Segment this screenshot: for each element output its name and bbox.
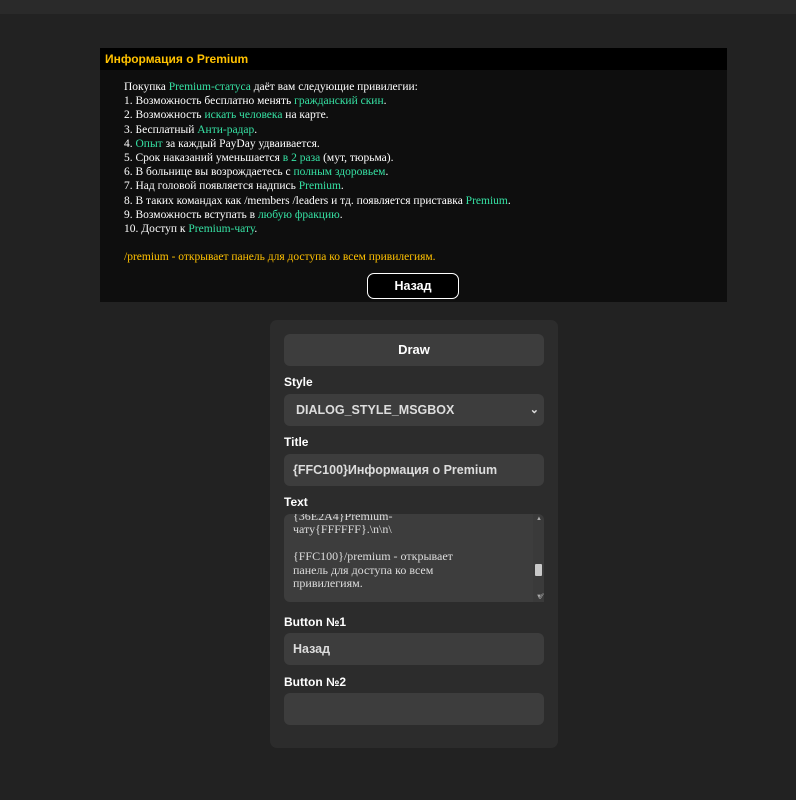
draw-button[interactable]: Draw <box>284 334 544 366</box>
dialog-line-segment: 7. Над головой появляется надпись <box>124 180 299 193</box>
dialog-line-segment: Premium-чату <box>188 222 255 235</box>
dialog-line-segment: Анти-радар <box>197 123 255 136</box>
dialog-line-segment: 9. Возможность вступать в <box>124 208 258 221</box>
dialog-line-segment: 6. В больнице вы возрождаетесь с <box>124 166 294 179</box>
dialog-line-segment: 1. Возможность бесплатно менять <box>124 95 295 108</box>
button2-input[interactable] <box>284 693 544 725</box>
dialog-line-segment: любую фракцию <box>257 208 340 221</box>
dialog-line: 4. Опыт за каждый PayDay удваивается. <box>124 137 720 151</box>
dialog-line-segment: гражданский скин <box>294 95 384 108</box>
dialog-line-segment: . <box>254 123 258 136</box>
dialog-line: 5. Срок наказаний уменьшается в 2 раза (… <box>124 151 720 165</box>
dialog-line: 1. Возможность бесплатно менять гражданс… <box>124 94 720 108</box>
title-label: Title <box>284 435 309 449</box>
dialog-back-button[interactable]: Назад <box>367 273 459 299</box>
dialog-line-segment: Опыт <box>135 137 163 150</box>
dialog-line: /premium - открывает панель для доступа … <box>124 250 720 264</box>
dialog-line-segment: полным здоровьем <box>293 166 386 179</box>
dialog-body: Покупка Premium-статуса даёт вам следующ… <box>124 80 720 264</box>
dialog-line-segment: (мут, тюрьма). <box>320 151 394 164</box>
textarea-scrollbar[interactable]: ▲ ▼ <box>533 514 544 602</box>
dialog-line-segment: . <box>383 95 387 108</box>
dialog-line-segment: Premium <box>465 194 508 207</box>
button1-input[interactable]: Назад <box>284 633 544 665</box>
dialog-line: 8. В таких командах как /members /leader… <box>124 194 720 208</box>
dialog-line: 7. Над головой появляется надпись Premiu… <box>124 179 720 193</box>
chevron-down-icon: ⌄ <box>529 404 539 416</box>
dialog-title: Информация о Premium <box>100 48 727 70</box>
dialog-preview: Информация о Premium Покупка Premium-ста… <box>100 48 727 302</box>
dialog-line: Покупка Premium-статуса даёт вам следующ… <box>124 80 720 94</box>
top-strip <box>0 0 796 14</box>
dialog-line: 3. Бесплатный Анти-радар. <box>124 123 720 137</box>
scroll-thumb[interactable] <box>535 564 542 576</box>
style-select[interactable]: DIALOG_STYLE_MSGBOX ⌄ <box>284 394 544 426</box>
dialog-line-segment: 10. Доступ к <box>124 222 189 235</box>
dialog-line: 10. Доступ к Premium-чату. <box>124 222 720 236</box>
dialog-line-segment: . <box>340 180 344 193</box>
dialog-line-segment: . <box>385 166 389 179</box>
dialog-line-segment: 4. <box>124 137 136 150</box>
text-textarea[interactable]: {36E2A4}Premium- чату{FFFFFF}.\n\n\ {FFC… <box>284 514 544 602</box>
dialog-line-segment: /premium - открывает панель для доступа … <box>124 251 436 264</box>
button2-label: Button №2 <box>284 675 347 689</box>
dialog-line-segment: на карте. <box>282 109 329 122</box>
style-label: Style <box>284 375 313 389</box>
dialog-line-segment: Premium-статуса <box>168 81 251 93</box>
dialog-line-segment: 8. В таких командах как /members /leader… <box>124 194 466 207</box>
button1-label: Button №1 <box>284 615 347 629</box>
dialog-line-segment: . <box>254 222 258 235</box>
resize-handle-icon[interactable]: ∕∕ <box>540 593 543 601</box>
dialog-line-segment: Покупка <box>124 81 169 93</box>
text-textarea-value: {36E2A4}Premium- чату{FFFFFF}.\n\n\ {FFC… <box>293 514 453 591</box>
dialog-line-segment: Premium <box>298 180 341 193</box>
dialog-line-segment: за каждый PayDay удваивается. <box>162 137 320 150</box>
dialog-line <box>124 236 720 250</box>
dialog-line-segment: даёт вам следующие привилегии: <box>250 81 418 93</box>
style-select-value: DIALOG_STYLE_MSGBOX <box>296 403 455 417</box>
dialog-line-segment: . <box>339 208 343 221</box>
dialog-line-segment: 5. Срок наказаний уменьшается <box>124 151 283 164</box>
dialog-line: 9. Возможность вступать в любую фракцию. <box>124 208 720 222</box>
text-label: Text <box>284 495 308 509</box>
title-input[interactable]: {FFC100}Информация о Premium <box>284 454 544 486</box>
dialog-line: 6. В больнице вы возрождаетесь с полным … <box>124 165 720 179</box>
dialog-line-segment: 3. Бесплатный <box>124 123 198 136</box>
dialog-line-segment: . <box>507 194 511 207</box>
dialog-line: 2. Возможность искать человека на карте. <box>124 108 720 122</box>
dialog-line-segment: в 2 раза <box>282 151 321 164</box>
scroll-up-icon[interactable]: ▲ <box>536 516 542 522</box>
dialog-line-segment: 2. Возможность <box>124 109 205 122</box>
dialog-line-segment: искать человека <box>204 109 283 122</box>
